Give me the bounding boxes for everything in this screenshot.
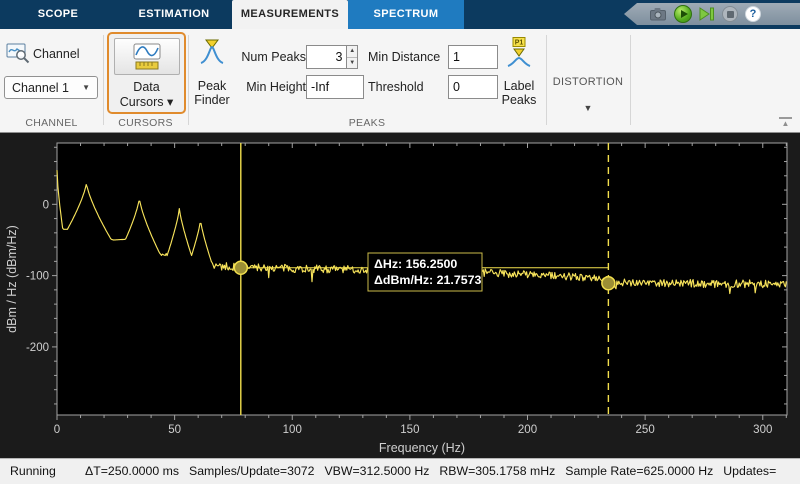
- num-peaks-input[interactable]: [306, 45, 346, 69]
- peak-finder-icon: [199, 37, 225, 70]
- x-tick-label: 0: [54, 424, 60, 436]
- status-item: Samples/Update=3072: [189, 459, 314, 483]
- num-peaks-label: Num Peaks: [236, 50, 306, 64]
- data-cursors-button[interactable]: Data Cursors ▾: [107, 32, 186, 114]
- x-tick-label: 50: [168, 424, 181, 436]
- peak-finder-label-line2: Finder: [194, 93, 229, 107]
- status-item: Updates=: [723, 459, 776, 483]
- data-cursors-label-line1: Data: [133, 80, 159, 94]
- min-height-label: Min Height: [232, 80, 306, 94]
- num-peaks-stepper[interactable]: ▲▼: [306, 45, 358, 69]
- tab-spectrum[interactable]: SPECTRUM: [348, 0, 464, 29]
- chevron-down-icon: ▼: [82, 83, 90, 92]
- tab-measurements[interactable]: MEASUREMENTS: [232, 0, 348, 29]
- label-peaks-button[interactable]: P1 Label Peaks: [495, 37, 543, 107]
- distortion-label: DISTORTION: [546, 76, 630, 88]
- status-metrics: ΔT=250.0000 ms Samples/Update=3072 VBW=3…: [85, 459, 776, 483]
- status-item: RBW=305.1758 mHz: [439, 459, 555, 483]
- x-tick-label: 250: [636, 424, 655, 436]
- peak-finder-label-line1: Peak: [198, 79, 227, 93]
- channel-dropdown[interactable]: Channel 1 ▼: [4, 76, 98, 99]
- status-item: ΔT=250.0000 ms: [85, 459, 179, 483]
- tab-estimation[interactable]: ESTIMATION: [116, 0, 232, 29]
- cursor-readout-line1: ΔHz: 156.2500: [374, 257, 457, 271]
- y-axis-label: dBm / Hz (dBm/Hz): [5, 225, 19, 333]
- svg-text:P1: P1: [515, 40, 524, 47]
- quick-access-toolbar: ?: [624, 3, 800, 25]
- status-bar: Running ΔT=250.0000 ms Samples/Update=30…: [0, 458, 800, 484]
- label-peaks-label-line1: Label: [504, 79, 535, 93]
- label-peaks-label-line2: Peaks: [502, 93, 537, 107]
- y-tick-label: 0: [43, 199, 49, 211]
- channel-label: Channel: [33, 47, 80, 61]
- toolstrip-tab-bar: SCOPE ESTIMATION MEASUREMENTS SPECTRUM ?: [0, 0, 800, 29]
- data-cursors-icon: [114, 38, 180, 75]
- channel-selector-icon: [6, 43, 30, 69]
- spin-down-icon[interactable]: ▼: [347, 58, 357, 69]
- channel-dropdown-value: Channel 1: [12, 81, 69, 95]
- section-divider: [103, 35, 104, 125]
- distortion-dropdown-button[interactable]: DISTORTION ▼: [546, 29, 630, 125]
- spinner-arrows[interactable]: ▲▼: [346, 45, 358, 69]
- status-running: Running: [10, 459, 56, 483]
- cursor-marker-1[interactable]: [234, 261, 247, 274]
- section-label-peaks: PEAKS: [188, 117, 546, 129]
- min-distance-input[interactable]: [448, 45, 498, 69]
- x-tick-label: 100: [283, 424, 302, 436]
- run-icon[interactable]: [674, 5, 692, 23]
- snapshot-icon[interactable]: [650, 7, 667, 21]
- min-distance-label: Min Distance: [368, 50, 440, 64]
- stop-icon[interactable]: [722, 6, 738, 22]
- status-item: VBW=312.5000 Hz: [324, 459, 429, 483]
- step-forward-icon[interactable]: [699, 7, 715, 21]
- cursor-readout-line2: ΔdBm/Hz: 21.7573: [374, 273, 481, 287]
- spectrum-analyzer-window: SCOPE ESTIMATION MEASUREMENTS SPECTRUM ?: [0, 0, 800, 484]
- threshold-input[interactable]: [448, 75, 498, 99]
- section-label-channel: CHANNEL: [0, 117, 103, 129]
- cursor-marker-2[interactable]: [602, 277, 615, 290]
- x-tick-label: 150: [400, 424, 419, 436]
- section-label-cursors: CURSORS: [103, 117, 188, 129]
- y-tick-label: -200: [26, 342, 49, 354]
- label-peaks-icon: P1: [506, 37, 532, 72]
- min-height-field[interactable]: [306, 75, 364, 99]
- y-tick-label: -100: [26, 271, 49, 283]
- measurements-ribbon: Channel Channel 1 ▼ CHANNEL Data Curs: [0, 29, 800, 133]
- x-axis-label: Frequency (Hz): [379, 441, 465, 455]
- data-cursors-label-line2: Cursors ▾: [120, 94, 174, 109]
- threshold-label: Threshold: [368, 80, 424, 94]
- status-item: Sample Rate=625.0000 Hz: [565, 459, 713, 483]
- spin-up-icon[interactable]: ▲: [347, 46, 357, 58]
- section-divider: [630, 35, 631, 125]
- min-height-input[interactable]: [306, 75, 364, 99]
- help-icon[interactable]: ?: [745, 6, 761, 22]
- x-tick-label: 300: [753, 424, 772, 436]
- spectrum-plot[interactable]: 0 50 100 150 200 250 300 0 -100 -200 Frequency (Hz…: [0, 133, 800, 458]
- collapse-ribbon-icon[interactable]: ▲: [779, 117, 792, 128]
- spectrum-plot-figure: 0 50 100 150 200 250 300 0 -100 -200 Frequency (Hz…: [0, 133, 800, 458]
- tab-scope[interactable]: SCOPE: [0, 0, 116, 29]
- peak-finder-button[interactable]: Peak Finder: [189, 37, 235, 107]
- threshold-field[interactable]: [448, 75, 498, 99]
- chevron-down-icon: ▼: [546, 103, 630, 113]
- x-tick-label: 200: [518, 424, 537, 436]
- min-distance-field[interactable]: [448, 45, 498, 69]
